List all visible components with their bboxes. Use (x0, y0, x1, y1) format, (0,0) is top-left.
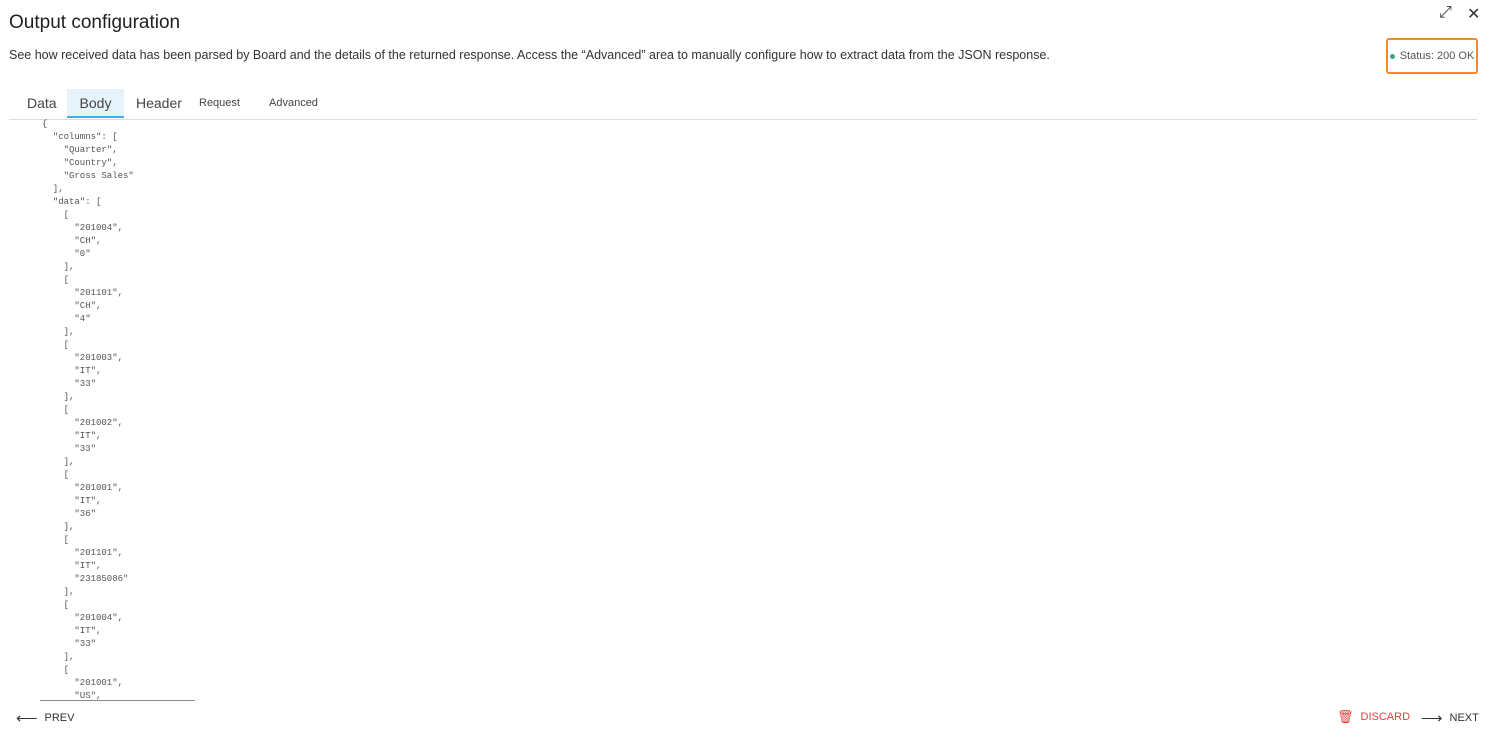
tab-bar: Data Body Header Request Advanced (9, 89, 1477, 120)
discard-button[interactable]: 🗑 DISCARD (1337, 709, 1410, 725)
arrow-right-icon: ⟶ (1421, 710, 1443, 727)
status-text: Status: 200 OK (1399, 50, 1475, 62)
dialog-title: Output configuration (9, 12, 181, 33)
discard-label: DISCARD (1360, 711, 1411, 723)
tab-body[interactable]: Body (67, 89, 124, 118)
prev-button[interactable]: ⟵ PREV (16, 709, 74, 727)
response-body-json: { "columns": [ "Quarter", "Country", "Gr… (42, 119, 134, 701)
tab-data[interactable]: Data (27, 89, 57, 118)
tab-header[interactable]: Header (136, 89, 182, 118)
next-button[interactable]: ⟶ NEXT (1421, 709, 1479, 727)
status-dot-icon (1389, 53, 1395, 59)
trash-icon: 🗑 (1337, 709, 1354, 724)
arrow-left-icon: ⟵ (16, 710, 38, 727)
close-icon[interactable]: ✕ (1467, 4, 1480, 24)
status-badge: Status: 200 OK (1386, 38, 1478, 74)
next-label: NEXT (1449, 712, 1479, 724)
tab-request[interactable]: Request (199, 89, 240, 118)
response-body-viewer[interactable]: { "columns": [ "Quarter", "Country", "Gr… (40, 118, 195, 701)
prev-label: PREV (44, 712, 75, 724)
expand-icon[interactable]: ⤢ (1439, 4, 1452, 22)
dialog-description: See how received data has been parsed by… (9, 48, 1050, 62)
tab-advanced[interactable]: Advanced (269, 89, 318, 118)
